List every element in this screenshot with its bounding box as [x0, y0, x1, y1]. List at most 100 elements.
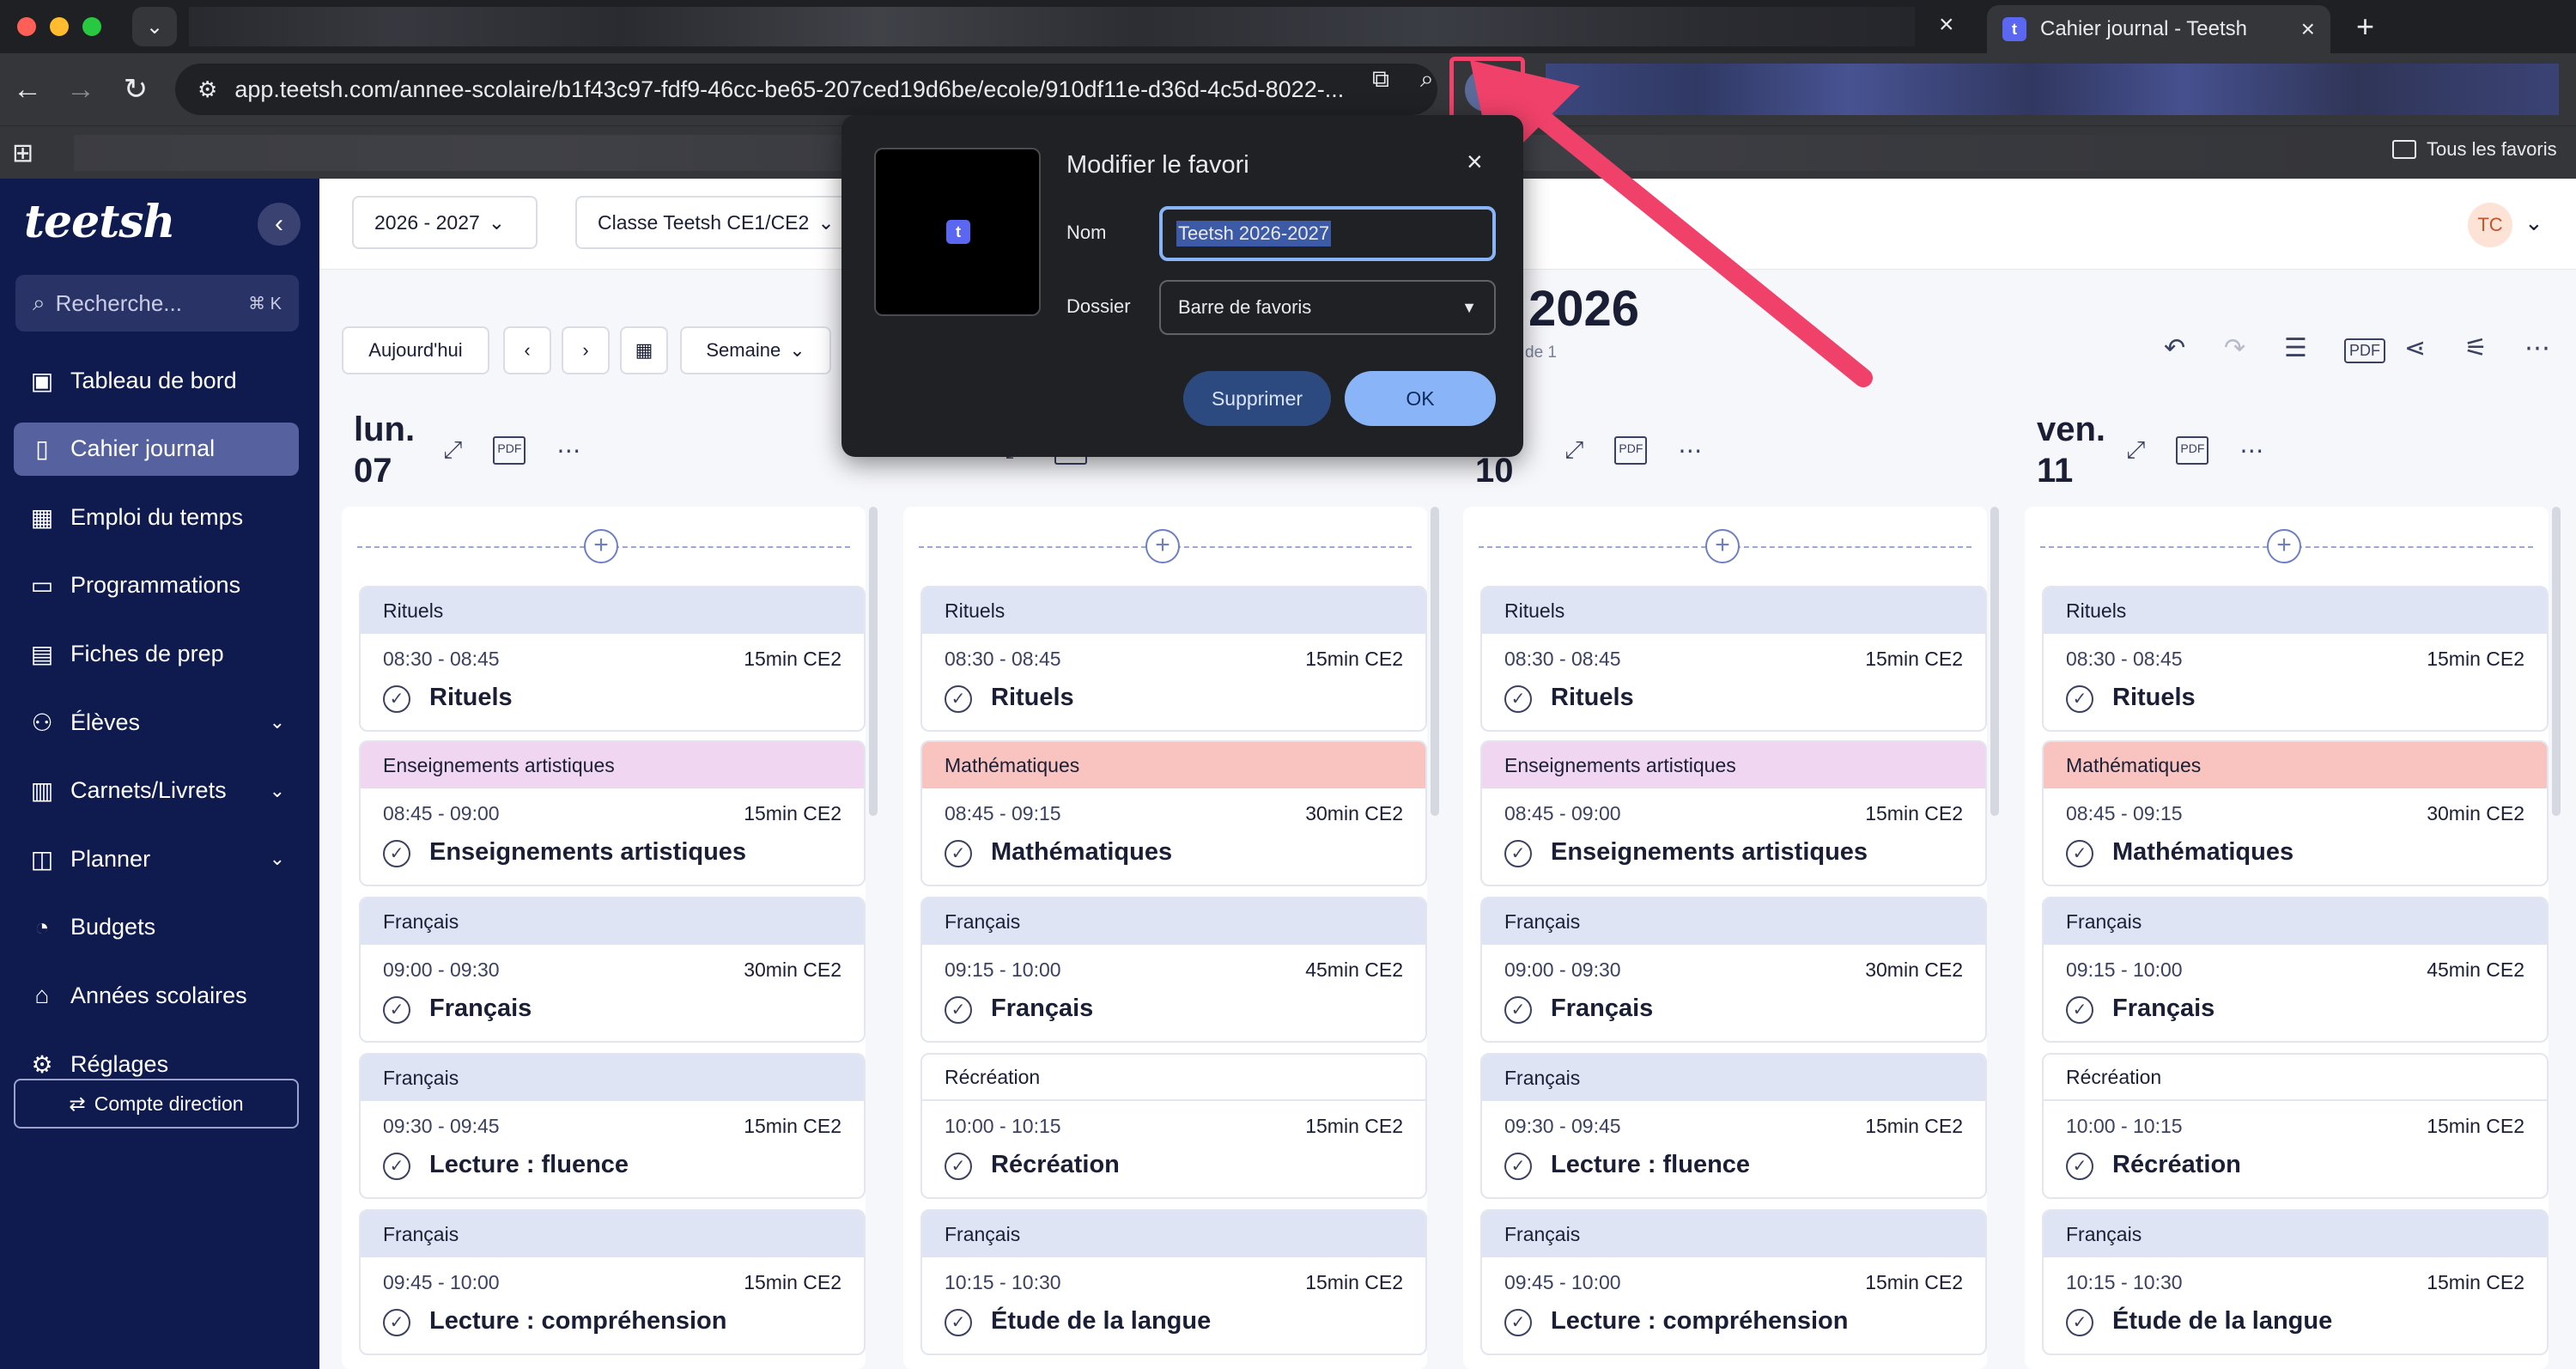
check-circle-icon[interactable]: ✓	[383, 1153, 410, 1180]
check-circle-icon[interactable]: ✓	[1504, 996, 1532, 1024]
date-picker-button[interactable]: ▦	[620, 326, 668, 374]
tab-search-button[interactable]: ⌄	[132, 7, 177, 46]
maximize-window-button[interactable]	[82, 17, 101, 36]
session-card[interactable]: Français 09:15 - 10:00 45min CE2 ✓ Français	[2042, 897, 2549, 1043]
more-options-icon[interactable]: ⋯	[1678, 436, 1702, 465]
address-bar[interactable]: ⚙ app.teetsh.com/annee-scolaire/b1f43c97…	[175, 64, 1437, 115]
session-card[interactable]: Rituels 08:30 - 08:45 15min CE2 ✓ Rituels	[359, 586, 866, 732]
session-card[interactable]: Français 10:15 - 10:30 15min CE2 ✓ Étude de …	[2042, 1209, 2549, 1355]
check-circle-icon[interactable]: ✓	[2066, 840, 2093, 867]
check-circle-icon[interactable]: ✓	[2066, 996, 2093, 1024]
list-icon[interactable]: ☰	[2284, 333, 2307, 363]
user-menu-chevron-icon[interactable]: ⌄	[2524, 210, 2543, 236]
check-circle-icon[interactable]: ✓	[945, 1309, 972, 1336]
add-session-button[interactable]: +	[1145, 529, 1180, 563]
check-circle-icon[interactable]: ✓	[383, 840, 410, 867]
back-button[interactable]: ←	[7, 69, 48, 110]
install-app-icon[interactable]: ⧉	[1372, 65, 1389, 94]
session-card[interactable]: Rituels 08:30 - 08:45 15min CE2 ✓ Rituels	[2042, 586, 2549, 732]
add-session-button[interactable]: +	[584, 529, 618, 563]
url-text[interactable]: app.teetsh.com/annee-scolaire/b1f43c97-f…	[234, 76, 1437, 103]
session-card[interactable]: Rituels 08:30 - 08:45 15min CE2 ✓ Rituels	[1480, 586, 1987, 732]
settings-sliders-icon[interactable]: ⚟	[2464, 333, 2488, 363]
sidebar-item-fiches-de-prep[interactable]: ▤ Fiches de prep	[14, 627, 299, 680]
check-circle-icon[interactable]: ✓	[1504, 1309, 1532, 1336]
session-card[interactable]: Français 10:15 - 10:30 15min CE2 ✓ Étude de …	[920, 1209, 1427, 1355]
sidebar-item-tableau-de-bord[interactable]: ▣ Tableau de bord	[14, 354, 299, 407]
check-circle-icon[interactable]: ✓	[383, 685, 410, 713]
active-tab[interactable]: t Cahier journal - Teetsh ×	[1987, 5, 2330, 53]
check-circle-icon[interactable]: ✓	[945, 1153, 972, 1180]
more-options-icon[interactable]: ⋯	[556, 436, 580, 465]
search-input[interactable]: ⌕ Recherche... ⌘ K	[15, 275, 299, 332]
year-selector[interactable]: 2026 - 2027 ⌄	[352, 196, 538, 249]
session-card[interactable]: Mathématiques 08:45 - 09:15 30min CE2 ✓ Math…	[2042, 740, 2549, 886]
today-button[interactable]: Aujourd'hui	[342, 326, 489, 374]
forward-button[interactable]: →	[60, 69, 101, 110]
check-circle-icon[interactable]: ✓	[1504, 840, 1532, 867]
teetsh-logo[interactable]: teetsh	[24, 196, 175, 248]
expand-icon[interactable]: ⤢	[2126, 436, 2145, 465]
sidebar-item-eleves[interactable]: ⚇ Élèves ⌄	[14, 696, 299, 749]
more-options-icon[interactable]: ⋯	[2524, 333, 2550, 363]
bookmark-folder-select[interactable]: Barre de favoris ▼	[1159, 280, 1496, 335]
sidebar-item-emploi-du-temps[interactable]: ▦ Emploi du temps	[14, 490, 299, 544]
next-week-button[interactable]: ›	[562, 326, 610, 374]
view-selector[interactable]: Semaine ⌄	[680, 326, 831, 374]
session-card[interactable]: Récréation 10:00 - 10:15 15min CE2 ✓ Récréat…	[2042, 1053, 2549, 1199]
user-avatar[interactable]: TC	[2468, 203, 2512, 247]
close-window-button[interactable]	[17, 17, 36, 36]
expand-icon[interactable]: ⤢	[1564, 436, 1583, 465]
pdf-icon[interactable]: PDF	[2176, 436, 2209, 465]
sidebar-item-planner[interactable]: ◫ Planner ⌄	[14, 832, 299, 885]
session-card[interactable]: Récréation 10:00 - 10:15 15min CE2 ✓ Récréat…	[920, 1053, 1427, 1199]
minimize-window-button[interactable]	[50, 17, 69, 36]
bookmark-name-input[interactable]: Teetsh 2026-2027	[1159, 206, 1496, 261]
sidebar-item-budgets[interactable]: ◔ Budgets	[14, 901, 299, 954]
close-tab-button[interactable]: ×	[2301, 15, 2315, 43]
pdf-icon[interactable]: PDF	[493, 436, 526, 465]
undo-icon[interactable]: ↶	[2164, 333, 2185, 363]
redo-icon[interactable]: ↷	[2224, 333, 2245, 363]
class-selector[interactable]: Classe Teetsh CE1/CE2 ⌄	[575, 196, 867, 249]
column-scrollbar[interactable]	[869, 507, 878, 816]
column-scrollbar[interactable]	[2552, 507, 2561, 816]
close-tab-icon[interactable]: ×	[1939, 10, 1954, 40]
session-card[interactable]: Français 09:00 - 09:30 30min CE2 ✓ Français	[359, 897, 866, 1043]
session-card[interactable]: Français 09:45 - 10:00 15min CE2 ✓ Lecture :…	[1480, 1209, 1987, 1355]
column-scrollbar[interactable]	[1990, 507, 1999, 816]
zoom-icon[interactable]: ⌕	[1420, 65, 1434, 94]
session-card[interactable]: Enseignements artistiques 08:45 - 09:00 15…	[359, 740, 866, 886]
sidebar-item-programmations[interactable]: ▭ Programmations	[14, 559, 299, 612]
check-circle-icon[interactable]: ✓	[383, 1309, 410, 1336]
check-circle-icon[interactable]: ✓	[945, 685, 972, 713]
ok-button[interactable]: OK	[1345, 371, 1496, 426]
expand-icon[interactable]: ⤢	[443, 436, 462, 465]
session-card[interactable]: Français 09:30 - 09:45 15min CE2 ✓ Lecture :…	[359, 1053, 866, 1199]
site-settings-icon[interactable]: ⚙	[197, 76, 217, 103]
session-card[interactable]: Français 09:15 - 10:00 45min CE2 ✓ Français	[920, 897, 1427, 1043]
delete-bookmark-button[interactable]: Supprimer	[1183, 371, 1331, 426]
share-icon[interactable]: ⋖	[2404, 333, 2426, 363]
check-circle-icon[interactable]: ✓	[1504, 1153, 1532, 1180]
sidebar-item-annees-scolaires[interactable]: ⌂ Années scolaires	[14, 969, 299, 1022]
pdf-icon[interactable]: PDF	[1614, 436, 1648, 465]
check-circle-icon[interactable]: ✓	[945, 840, 972, 867]
new-tab-button[interactable]: +	[2356, 9, 2374, 45]
check-circle-icon[interactable]: ✓	[2066, 1153, 2093, 1180]
more-options-icon[interactable]: ⋯	[2239, 436, 2263, 465]
session-card[interactable]: Français 09:45 - 10:00 15min CE2 ✓ Lecture :…	[359, 1209, 866, 1355]
session-card[interactable]: Français 09:30 - 09:45 15min CE2 ✓ Lecture :…	[1480, 1053, 1987, 1199]
sidebar-item-cahier-journal[interactable]: ▯ Cahier journal	[14, 422, 299, 476]
check-circle-icon[interactable]: ✓	[945, 996, 972, 1024]
add-session-button[interactable]: +	[1705, 529, 1740, 563]
reload-button[interactable]: ↻	[115, 69, 156, 110]
compte-direction-button[interactable]: ⇄ Compte direction	[14, 1079, 299, 1129]
collapse-sidebar-button[interactable]: ‹	[258, 203, 301, 246]
session-card[interactable]: Français 09:00 - 09:30 30min CE2 ✓ Français	[1480, 897, 1987, 1043]
pdf-export-icon[interactable]: PDF	[2344, 338, 2385, 363]
sidebar-item-carnets-livrets[interactable]: ▥ Carnets/Livrets ⌄	[14, 764, 299, 818]
dialog-close-button[interactable]: ×	[1467, 146, 1483, 178]
apps-grid-icon[interactable]: ⊞	[12, 138, 33, 168]
check-circle-icon[interactable]: ✓	[1504, 685, 1532, 713]
